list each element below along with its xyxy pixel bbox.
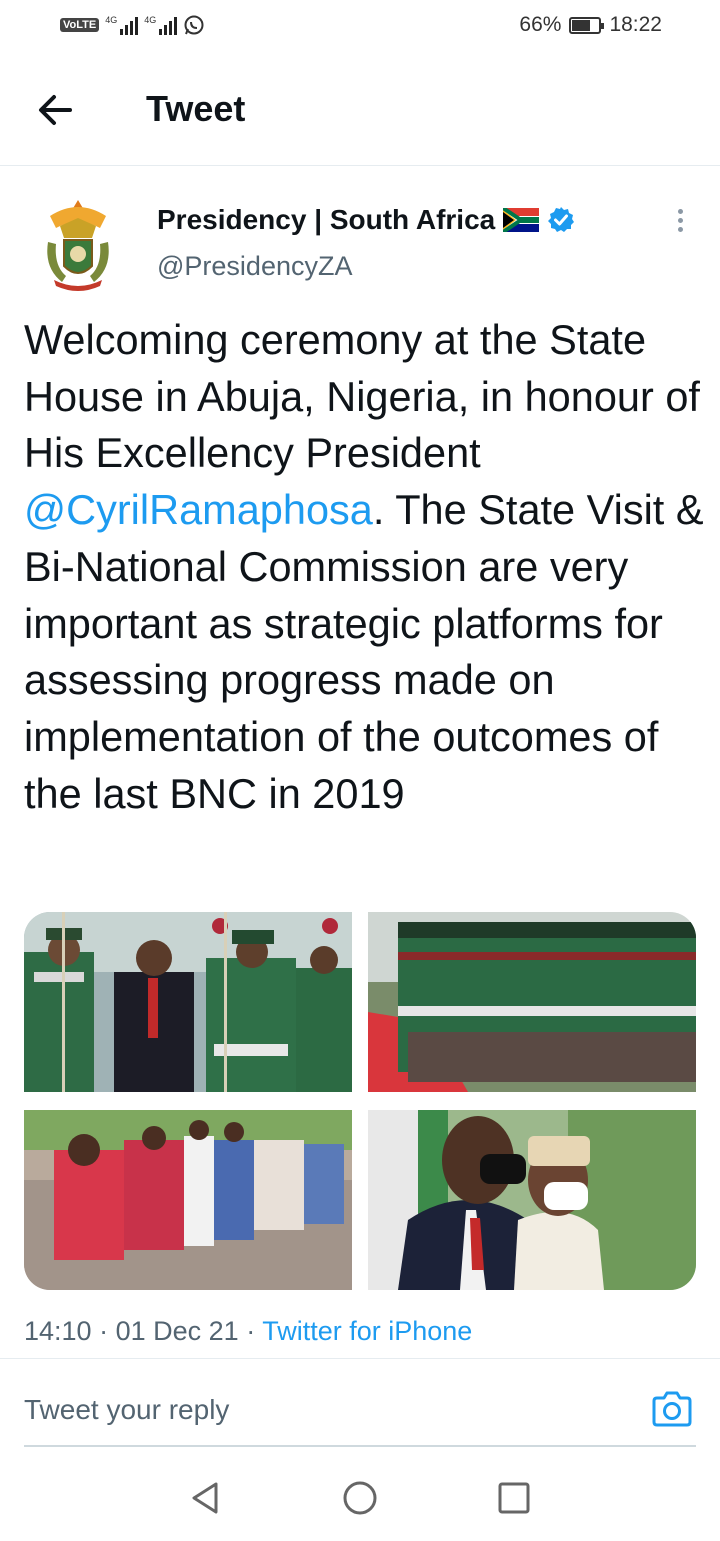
south-africa-flag-icon [503, 208, 540, 232]
meta-separator: · [99, 1316, 109, 1346]
reply-underline [24, 1445, 696, 1447]
tweet-source-link[interactable]: Twitter for iPhone [262, 1316, 472, 1346]
more-vertical-icon [668, 209, 692, 232]
media-grid [24, 912, 696, 1290]
system-nav-bar [0, 1460, 720, 1541]
tweet-date: 01 Dec 21 [115, 1316, 239, 1346]
back-button[interactable] [30, 88, 80, 132]
author-name-text: Presidency | South Africa [157, 204, 496, 235]
tweet-text-before: Welcoming ceremony at the State House in… [24, 316, 700, 477]
nav-home-button[interactable] [340, 1478, 380, 1518]
signal-label: 4G [144, 15, 157, 25]
tweet-photo[interactable] [368, 1110, 696, 1290]
nav-recents-button[interactable] [494, 1478, 534, 1518]
photo-dancers-icon [24, 1110, 352, 1290]
status-right: 66% 18:22 [519, 13, 662, 37]
status-left: VoLTE 4G 4G [60, 14, 205, 36]
camera-button[interactable] [650, 1387, 694, 1431]
battery-icon [569, 16, 605, 34]
more-options-button[interactable] [668, 205, 692, 241]
status-time: 18:22 [609, 13, 662, 36]
whatsapp-icon [184, 15, 204, 35]
reply-input[interactable] [24, 1386, 624, 1434]
meta-separator: · [246, 1316, 256, 1346]
tweet-text: Welcoming ceremony at the State House in… [24, 312, 704, 822]
status-bar: VoLTE 4G 4G 66% 18:22 [0, 0, 720, 56]
page-title: Tweet [146, 88, 246, 129]
camera-icon [652, 1391, 692, 1427]
signal-icon: 4G [144, 15, 178, 35]
nav-back-button[interactable] [186, 1478, 226, 1518]
tweet-photo[interactable] [24, 1110, 352, 1290]
tweet-photo[interactable] [24, 912, 352, 1092]
back-triangle-icon [192, 1482, 218, 1514]
verified-badge-icon [548, 207, 575, 232]
author-name[interactable]: Presidency | South Africa [157, 204, 575, 236]
battery-percent: 66% [519, 13, 562, 36]
recents-square-icon [498, 1482, 530, 1514]
photo-guards-icon [24, 912, 352, 1092]
home-circle-icon [343, 1481, 377, 1515]
tweet-text-after: . The State Visit & Bi-National Commissi… [24, 486, 704, 817]
signal-icon: 4G [105, 15, 139, 35]
tweet-meta: 14:10 · 01 Dec 21 · Twitter for iPhone [24, 1316, 472, 1347]
tweet-time: 14:10 [24, 1316, 92, 1346]
divider [0, 1358, 720, 1359]
photo-guard-line-icon [368, 912, 696, 1092]
photo-presidents-icon [368, 1110, 696, 1290]
mention-link[interactable]: @CyrilRamaphosa [24, 486, 373, 533]
top-app-bar: Tweet [0, 56, 720, 166]
avatar[interactable] [40, 198, 116, 292]
signal-label: 4G [105, 15, 118, 25]
tweet-photo[interactable] [368, 912, 696, 1092]
author-handle[interactable]: @PresidencyZA [157, 251, 352, 282]
arrow-left-icon [39, 95, 72, 125]
coat-of-arms-icon [47, 200, 109, 291]
volte-icon: VoLTE [60, 18, 100, 32]
